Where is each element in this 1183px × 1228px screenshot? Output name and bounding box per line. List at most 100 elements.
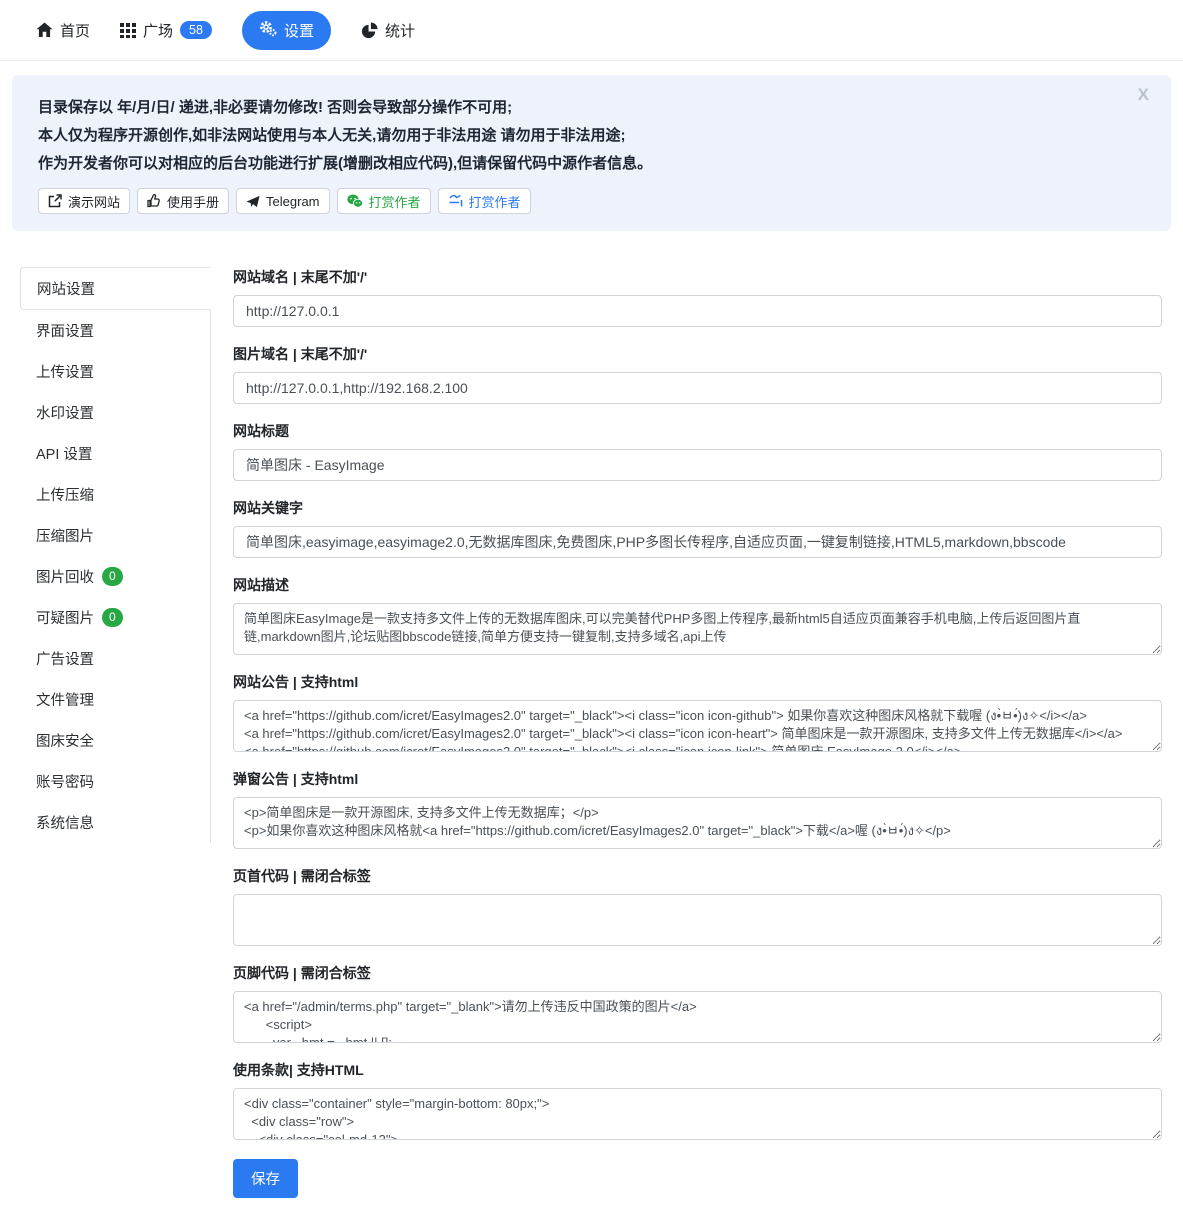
field-label: 网站描述 [233, 575, 1162, 595]
button-label: 演示网站 [68, 192, 120, 211]
nav-item-stats[interactable]: 统计 [361, 20, 415, 41]
external-link-icon [48, 194, 62, 208]
header-code-textarea[interactable] [233, 894, 1162, 946]
sidebar-item-api-settings[interactable]: API 设置 [20, 433, 210, 474]
form-field-footer-code: 页脚代码 | 需闭合标签 [233, 963, 1162, 1043]
sidebar-item-compress-image[interactable]: 压缩图片 [20, 515, 210, 556]
sidebar-item-ad-settings[interactable]: 广告设置 [20, 638, 210, 679]
sidebar-item-label: 可疑图片 [36, 607, 94, 628]
sidebar-item-upload-compress[interactable]: 上传压缩 [20, 474, 210, 515]
form-field-site-description: 网站描述 [233, 575, 1162, 655]
sidebar-item-account-password[interactable]: 账号密码 [20, 761, 210, 802]
sidebar-item-label: 上传压缩 [36, 484, 94, 505]
sidebar-item-label: API 设置 [36, 443, 92, 464]
nav-item-label: 广场 [143, 20, 173, 41]
footer-code-textarea[interactable] [233, 991, 1162, 1043]
sidebar-item-interface-settings[interactable]: 界面设置 [20, 310, 210, 351]
save-button[interactable]: 保存 [233, 1159, 298, 1198]
sidebar-item-label: 压缩图片 [36, 525, 94, 546]
form-field-popup-announcement: 弹窗公告 | 支持html [233, 769, 1162, 849]
thumb-up-icon [147, 194, 161, 208]
sidebar-item-label: 系统信息 [36, 812, 94, 833]
field-label: 页首代码 | 需闭合标签 [233, 866, 1162, 886]
sidebar-item-label: 水印设置 [36, 402, 94, 423]
alert-line: 作为开发者你可以对相应的后台功能进行扩展(增删改相应代码),但请保留代码中源作者… [38, 150, 1145, 178]
field-label: 弹窗公告 | 支持html [233, 769, 1162, 789]
sidebar-item-watermark-settings[interactable]: 水印设置 [20, 392, 210, 433]
nav-item-settings-active[interactable]: 设置 [242, 11, 331, 50]
field-label: 图片域名 | 末尾不加'/' [233, 344, 1162, 364]
sidebar-item-file-manage[interactable]: 文件管理 [20, 679, 210, 720]
button-label: 打赏作者 [369, 192, 421, 211]
alert-close-button[interactable]: X [1138, 85, 1149, 105]
pie-chart-icon [361, 22, 378, 39]
site-title-input[interactable] [233, 449, 1162, 481]
sidebar-item-badge: 0 [102, 567, 123, 585]
form-field-header-code: 页首代码 | 需闭合标签 [233, 866, 1162, 946]
telegram-button[interactable]: Telegram [236, 188, 329, 214]
sidebar-item-system-info[interactable]: 系统信息 [20, 802, 210, 843]
sidebar-item-label: 上传设置 [36, 361, 94, 382]
gears-icon [259, 20, 277, 41]
button-label: 使用手册 [167, 192, 219, 211]
settings-form: 网站域名 | 末尾不加'/' 图片域名 | 末尾不加'/' 网站标题网站关键字网站描… [211, 267, 1162, 1198]
manual-button[interactable]: 使用手册 [137, 188, 229, 214]
field-label: 页脚代码 | 需闭合标签 [233, 963, 1162, 983]
form-fields: 网站域名 | 末尾不加'/' 图片域名 | 末尾不加'/' 网站标题网站关键字网站描… [233, 267, 1162, 1140]
sidebar-item-gallery-security[interactable]: 图床安全 [20, 720, 210, 761]
sidebar: 网站设置界面设置上传设置水印设置 API 设置上传压缩压缩图片图片回收 0 可疑图片 0… [20, 267, 211, 843]
nav-item-label: 首页 [60, 20, 90, 41]
top-navbar: 首页 广场 58 设置 [0, 0, 1183, 61]
form-field-site-announcement: 网站公告 | 支持html [233, 672, 1162, 752]
nav-item-plaza[interactable]: 广场 58 [120, 20, 212, 41]
site-keywords-input[interactable] [233, 526, 1162, 558]
alert-line: 目录保存以 年/月/日/ 递进,非必要请勿修改! 否则会导致部分操作不可用; [38, 94, 1145, 122]
button-label: 打赏作者 [469, 192, 521, 211]
nav-item-label: 设置 [284, 20, 314, 41]
sidebar-item-label: 广告设置 [36, 648, 94, 669]
sidebar-item-image-recycle[interactable]: 图片回收 0 [20, 556, 210, 597]
sidebar-item-label: 账号密码 [36, 771, 94, 792]
grid-icon [120, 22, 136, 38]
sidebar-item-label: 网站设置 [37, 278, 95, 299]
site-announcement-textarea[interactable] [233, 700, 1162, 752]
form-field-site-domain: 网站域名 | 末尾不加'/' [233, 267, 1162, 327]
field-label: 网站标题 [233, 421, 1162, 441]
field-label: 网站公告 | 支持html [233, 672, 1162, 692]
button-label: Telegram [266, 194, 319, 209]
wechat-pay-icon [347, 194, 363, 208]
telegram-icon [246, 195, 260, 208]
sidebar-item-badge: 0 [102, 608, 123, 626]
plaza-count-badge: 58 [180, 21, 212, 40]
sidebar-item-label: 界面设置 [36, 320, 94, 341]
nav-item-home[interactable]: 首页 [36, 20, 90, 41]
form-field-image-domain: 图片域名 | 末尾不加'/' [233, 344, 1162, 404]
notice-alert: X 目录保存以 年/月/日/ 递进,非必要请勿修改! 否则会导致部分操作不可用;… [12, 75, 1171, 231]
sidebar-item-suspicious-images[interactable]: 可疑图片 0 [20, 597, 210, 638]
alert-buttons-row: 演示网站 使用手册 Telegram [38, 188, 1145, 214]
sidebar-item-label: 文件管理 [36, 689, 94, 710]
sidebar-item-label: 图床安全 [36, 730, 94, 751]
field-label: 网站域名 | 末尾不加'/' [233, 267, 1162, 287]
terms-of-use-textarea[interactable] [233, 1088, 1162, 1140]
content-area: 网站设置界面设置上传设置水印设置 API 设置上传压缩压缩图片图片回收 0 可疑图片 0… [0, 251, 1183, 1228]
field-label: 网站关键字 [233, 498, 1162, 518]
image-domain-input[interactable] [233, 372, 1162, 404]
donate-alipay-button[interactable]: 打赏作者 [438, 188, 531, 214]
site-description-textarea[interactable] [233, 603, 1162, 655]
sidebar-item-label: 图片回收 [36, 566, 94, 587]
sidebar-item-upload-settings[interactable]: 上传设置 [20, 351, 210, 392]
site-domain-input[interactable] [233, 295, 1162, 327]
alipay-icon [448, 194, 463, 208]
form-field-terms-of-use: 使用条款| 支持HTML [233, 1060, 1162, 1140]
alert-line: 本人仅为程序开源创作,如非法网站使用与本人无关,请勿用于非法用途 请勿用于非法用… [38, 122, 1145, 150]
home-icon [36, 22, 53, 38]
form-field-site-keywords: 网站关键字 [233, 498, 1162, 558]
form-field-site-title: 网站标题 [233, 421, 1162, 481]
demo-site-button[interactable]: 演示网站 [38, 188, 130, 214]
donate-wechat-button[interactable]: 打赏作者 [337, 188, 431, 214]
popup-announcement-textarea[interactable] [233, 797, 1162, 849]
nav-item-label: 统计 [385, 20, 415, 41]
field-label: 使用条款| 支持HTML [233, 1060, 1162, 1080]
sidebar-item-site-settings[interactable]: 网站设置 [20, 267, 211, 310]
